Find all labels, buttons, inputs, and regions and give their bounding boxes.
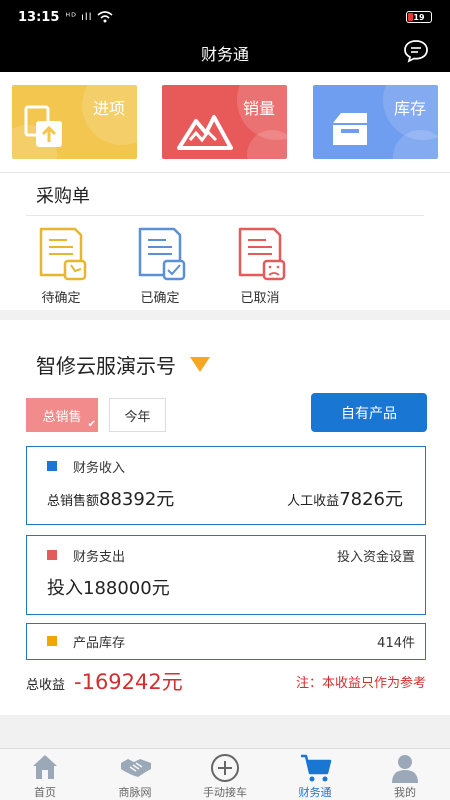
wifi-icon [96, 11, 113, 23]
income-title: 财务收入 [73, 461, 126, 476]
labor-income-label: 人工收益 [287, 494, 340, 509]
inventory-marker [47, 636, 57, 646]
nav-me[interactable]: 我的 [360, 749, 450, 800]
nav-network-label: 商脉网 [118, 786, 152, 799]
tile-inventory[interactable]: 库存 [313, 85, 438, 159]
own-products-label: 自有产品 [341, 405, 397, 422]
pending-document-icon [39, 227, 87, 281]
investment-label: 投入 [47, 578, 83, 599]
status-pending-label: 待确定 [41, 291, 81, 306]
page-title: 财务通 [200, 45, 249, 64]
status-time: 13:15 [18, 9, 60, 25]
finance-section: 智修云服演示号 总销售 ✔ 今年 自有产品 财务收入 总销售额88392元 人工… [0, 320, 450, 715]
status-pending[interactable]: 待确定 [21, 225, 101, 306]
profit-note: 注：本收益只作为参考 [295, 676, 426, 691]
inventory-title: 产品库存 [73, 636, 126, 651]
company-name: 智修云服演示号 [36, 354, 176, 378]
tile-purchase-label: 进项 [92, 99, 125, 118]
status-bar: 13:15 ᴴᴰ ıll 19 [0, 0, 450, 34]
labor-income-line: 人工收益7826元 [287, 485, 403, 511]
status-cancelled-label: 已取消 [240, 291, 280, 306]
expense-marker [47, 550, 57, 560]
nav-finance[interactable]: 财务通 [270, 749, 360, 800]
nav-manual-checkin[interactable]: 手动接车 [180, 749, 270, 800]
nav-network[interactable]: 商脉网 [90, 749, 180, 800]
box-icon [333, 113, 367, 145]
labor-income-value: 7826元 [339, 489, 403, 510]
nav-manual-checkin-label: 手动接车 [203, 786, 247, 799]
own-products-button[interactable]: 自有产品 [311, 393, 427, 432]
investment-line: 投入188000元 [47, 574, 170, 600]
profit-value: -169242元 [74, 670, 183, 694]
inventory-card[interactable]: 产品库存 414件 [26, 623, 426, 660]
battery-level: 19 [413, 12, 425, 22]
total-sales-label: 总销售额 [47, 494, 100, 509]
tab-period-label: 今年 [124, 409, 151, 425]
tab-total-sales[interactable]: 总销售 ✔ [26, 398, 98, 432]
bottom-nav: 首页 商脉网 手动接车 财务通 我的 [0, 748, 450, 800]
divider [26, 215, 424, 216]
tile-sales[interactable]: 销量 [162, 85, 287, 159]
tile-inventory-label: 库存 [393, 99, 426, 118]
tab-period[interactable]: 今年 [109, 398, 166, 432]
total-sales-value: 88392元 [99, 489, 175, 510]
company-selector[interactable]: 智修云服演示号 [36, 350, 210, 379]
document-upload-icon [24, 105, 62, 147]
battery-icon: 19 [406, 11, 432, 23]
expense-title: 财务支出 [73, 550, 126, 565]
confirmed-document-icon [138, 227, 186, 281]
investment-value: 188000元 [83, 578, 170, 599]
tile-purchase[interactable]: 进项 [12, 85, 137, 159]
nav-home[interactable]: 首页 [0, 749, 90, 800]
income-card: 财务收入 总销售额88392元 人工收益7826元 [26, 446, 426, 525]
nav-home-label: 首页 [34, 786, 56, 799]
caret-down-icon [190, 357, 210, 372]
expense-card: 财务支出 投入资金设置 投入188000元 [26, 535, 426, 615]
nav-me-label: 我的 [394, 786, 416, 799]
profit-label: 总收益 [26, 678, 66, 693]
signal-icon: ᴴᴰ ıll [65, 11, 93, 23]
tab-total-sales-label: 总销售 [42, 409, 82, 425]
user-icon [392, 755, 418, 783]
status-cancelled[interactable]: 已取消 [220, 225, 300, 306]
status-confirmed-label: 已确定 [140, 291, 180, 306]
check-icon: ✔ [87, 419, 96, 430]
nav-finance-label: 财务通 [298, 786, 332, 799]
inventory-count: 414件 [377, 636, 415, 651]
handshake-icon [121, 759, 151, 777]
income-marker [47, 461, 57, 471]
home-icon [33, 755, 57, 779]
tile-sales-label: 销量 [242, 99, 275, 118]
feature-tiles: 进项 销量 库存 [0, 72, 450, 172]
total-sales-line: 总销售额88392元 [47, 485, 174, 511]
investment-settings-link[interactable]: 投入资金设置 [337, 546, 415, 565]
add-circle-icon [211, 754, 239, 782]
chat-bubble-icon[interactable] [402, 38, 430, 64]
mountain-chart-icon [177, 115, 233, 150]
cart-icon [301, 754, 332, 782]
cancelled-document-icon [238, 227, 286, 281]
app-header: 财务通 [0, 34, 450, 72]
purchase-order-card: 采购单 待确定 已确定 已取消 [0, 172, 450, 310]
status-confirmed[interactable]: 已确定 [120, 225, 200, 306]
purchase-title: 采购单 [36, 186, 90, 207]
profit-row: 总收益 -169242元 注：本收益只作为参考 [26, 666, 426, 696]
